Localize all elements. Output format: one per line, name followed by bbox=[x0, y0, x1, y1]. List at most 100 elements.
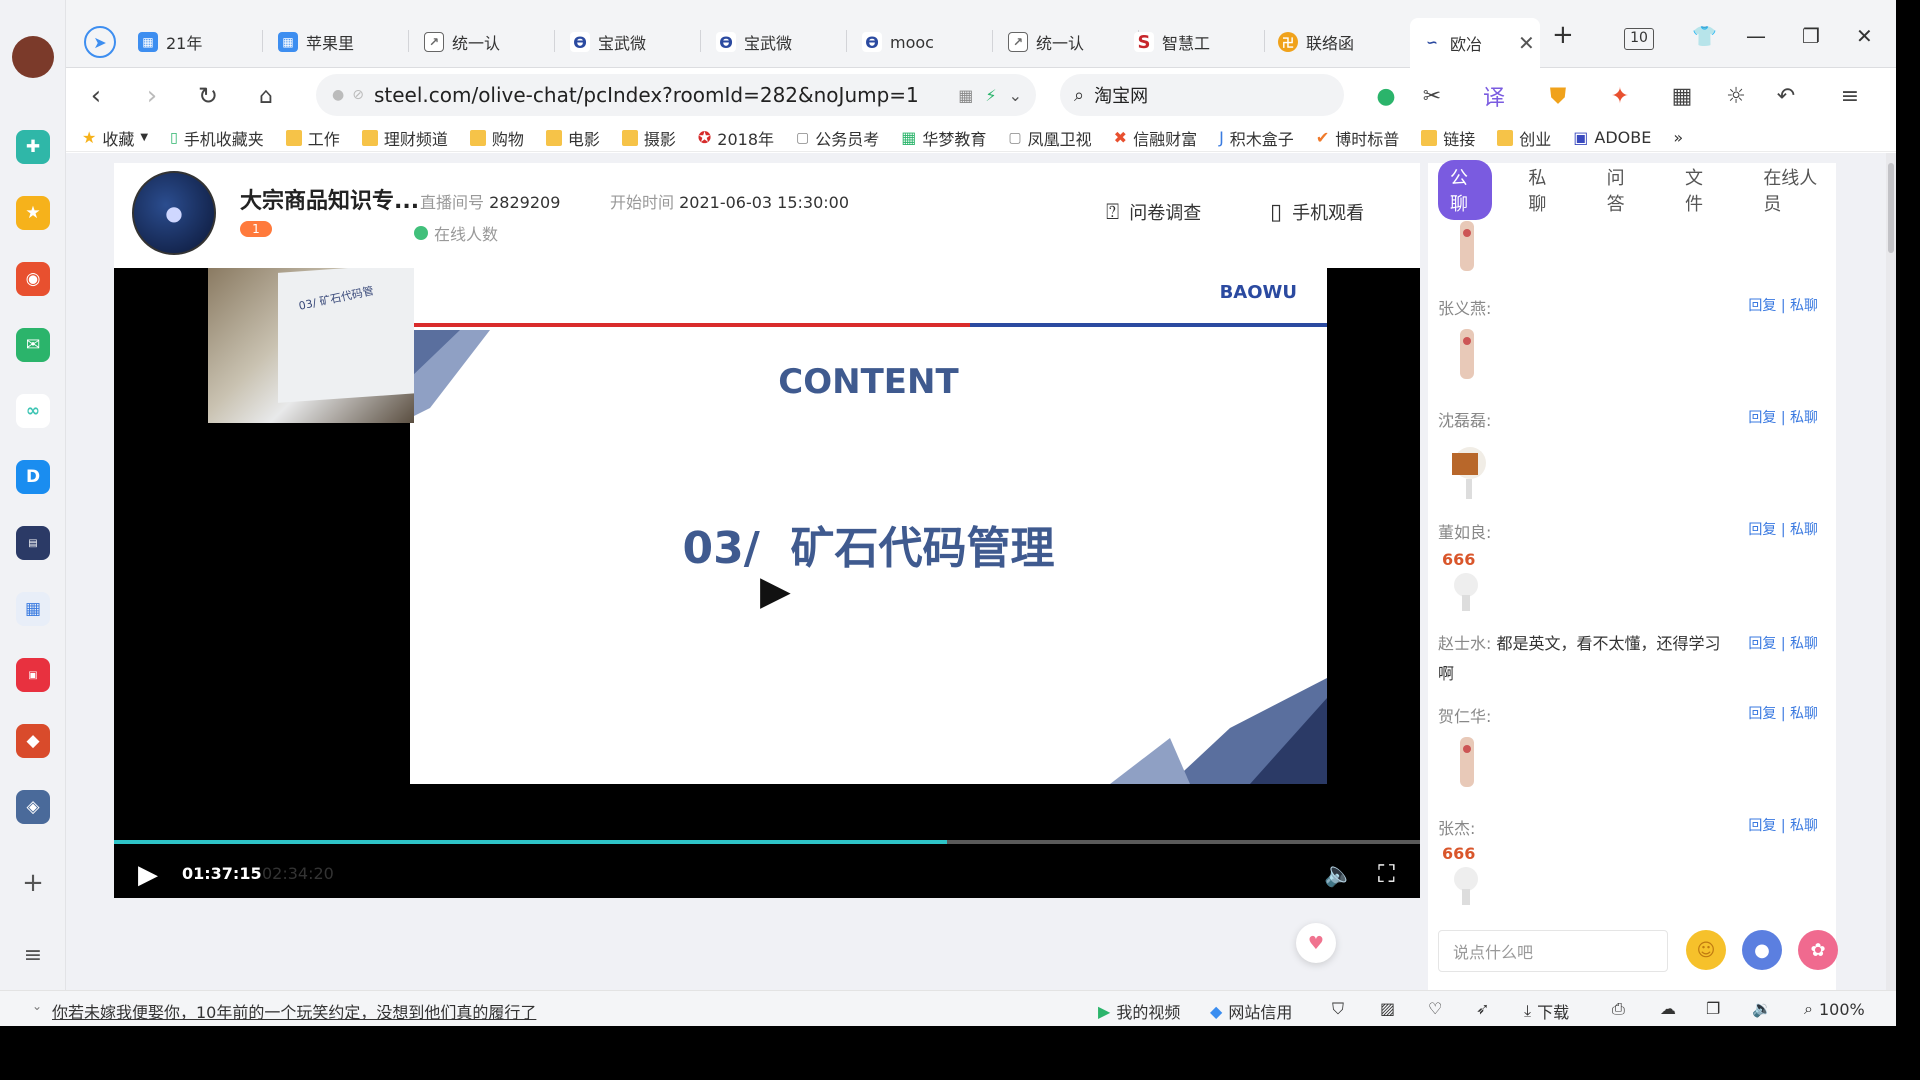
play-overlay-icon[interactable]: ▶ bbox=[760, 568, 791, 614]
bookmarks-overflow-icon[interactable]: » bbox=[1673, 128, 1683, 147]
gift-icon[interactable]: ✿ bbox=[1798, 930, 1838, 970]
menu-list-icon[interactable]: ≡ bbox=[16, 938, 50, 972]
speaker-icon[interactable]: 🔉 bbox=[1752, 999, 1772, 1018]
search-box[interactable]: ⌕ 淘宝网 bbox=[1060, 74, 1344, 116]
extension-green-icon[interactable]: ● bbox=[1370, 80, 1402, 112]
reply-link[interactable]: 回复 bbox=[1748, 706, 1776, 722]
my-video-button[interactable]: ▶ 我的视频 bbox=[1098, 999, 1180, 1023]
qr-code-icon[interactable]: ▦ bbox=[958, 86, 973, 105]
private-chat-link[interactable]: 私聊 bbox=[1790, 636, 1818, 652]
progress-bar[interactable] bbox=[114, 840, 1420, 844]
mail-icon[interactable]: ✉ bbox=[16, 328, 50, 362]
tab-9[interactable]: 卍联络函 bbox=[1266, 22, 1416, 62]
bookmark-folder-startup[interactable]: 创业 bbox=[1497, 126, 1551, 150]
bookmark-folder-movies[interactable]: 电影 bbox=[545, 126, 600, 150]
address-bar[interactable]: ● ⊘ steel.com/olive-chat/pcIndex?roomId=… bbox=[316, 74, 1036, 116]
scrollbar-thumb[interactable] bbox=[1888, 163, 1894, 253]
bookmark-xinrong[interactable]: ✖ 信融财富 bbox=[1114, 126, 1197, 150]
translate-icon[interactable]: 译 bbox=[1478, 80, 1510, 112]
reply-link[interactable]: 回复 bbox=[1748, 636, 1776, 652]
page-scrollbar[interactable] bbox=[1886, 153, 1896, 990]
tab-5[interactable]: Ɵ 宝武微 bbox=[704, 22, 844, 62]
volume-icon[interactable]: 🔈 bbox=[1324, 860, 1354, 888]
new-tab-icon[interactable]: + bbox=[1552, 20, 1574, 50]
fullscreen-icon[interactable]: ⛶ bbox=[1378, 860, 1395, 888]
bookmark-favorites[interactable]: ★ 收藏 ▼ bbox=[82, 126, 148, 150]
bookmark-adobe[interactable]: ▣ ADOBE bbox=[1573, 128, 1651, 147]
document-icon[interactable]: ▦ bbox=[16, 592, 50, 626]
tab-7[interactable]: ↗ 统一认 bbox=[996, 22, 1136, 62]
brightness-icon[interactable]: ☼ bbox=[1720, 80, 1752, 112]
image-icon[interactable]: ▨ bbox=[1380, 999, 1395, 1018]
heart-status-icon[interactable]: ♡ bbox=[1428, 999, 1442, 1018]
reply-link[interactable]: 回复 bbox=[1748, 410, 1776, 426]
lightning-icon[interactable]: ⚡ bbox=[985, 86, 996, 105]
download-button[interactable]: ⤓ 下载 bbox=[1524, 999, 1569, 1023]
bookmark-huameng[interactable]: ▦ 华梦教育 bbox=[901, 126, 986, 150]
weibo-icon[interactable]: ◉ bbox=[16, 262, 50, 296]
like-heart-icon[interactable]: ♥ bbox=[1296, 923, 1336, 963]
tab-6[interactable]: Ɵmooc bbox=[850, 22, 990, 62]
private-chat-link[interactable]: 私聊 bbox=[1790, 818, 1818, 834]
news-link[interactable]: 你若未嫁我便娶你，10年前的一个玩笑约定，没想到他们真的履行了 bbox=[52, 999, 536, 1023]
bookmark-civil-exam[interactable]: ▢ 公务员考 bbox=[796, 126, 879, 150]
tab-3[interactable]: ↗ 统一认 bbox=[412, 22, 552, 62]
forward-icon[interactable]: › bbox=[134, 78, 170, 114]
tab-active[interactable]: ∽ 欧冶 ✕ bbox=[1410, 18, 1540, 68]
reply-link[interactable]: 回复 bbox=[1748, 298, 1776, 314]
ding-icon[interactable]: D bbox=[16, 460, 50, 494]
profile-avatar[interactable] bbox=[12, 36, 54, 78]
tab-8[interactable]: S 智慧工 bbox=[1122, 22, 1262, 62]
zoom-control[interactable]: ⌕ 100% bbox=[1804, 999, 1865, 1019]
chat-input[interactable]: 说点什么吧 bbox=[1438, 930, 1668, 972]
private-chat-link[interactable]: 私聊 bbox=[1790, 298, 1818, 314]
window-icon[interactable]: ❐ bbox=[1706, 999, 1720, 1018]
home-icon[interactable]: ⌂ bbox=[248, 78, 284, 114]
private-chat-link[interactable]: 私聊 bbox=[1790, 706, 1818, 722]
play-button-icon[interactable]: ▶ bbox=[138, 860, 158, 890]
tab-files[interactable]: 文件 bbox=[1673, 160, 1727, 220]
close-window-icon[interactable]: ✕ bbox=[1856, 24, 1873, 48]
shield-icon[interactable]: ⛊ bbox=[1542, 80, 1574, 112]
tab-count-badge[interactable]: 10 bbox=[1624, 28, 1654, 50]
tab-4[interactable]: Ɵ 宝武微 bbox=[558, 22, 698, 62]
bookmark-folder-shopping[interactable]: 购物 bbox=[469, 126, 524, 150]
bookmark-folder-photo[interactable]: 摄影 bbox=[621, 126, 676, 150]
game-two-icon[interactable]: ◈ bbox=[16, 790, 50, 824]
bookmark-mobile[interactable]: ▯ 手机收藏夹 bbox=[170, 126, 264, 150]
site-info-icon[interactable]: ● bbox=[332, 87, 344, 103]
printer-icon[interactable]: ⎙ bbox=[1612, 999, 1625, 1019]
tab-private-chat[interactable]: 私聊 bbox=[1516, 160, 1570, 220]
favorites-icon[interactable]: ★ bbox=[16, 196, 50, 230]
bookmark-2018[interactable]: ✪ 2018年 bbox=[698, 126, 774, 150]
video-player[interactable]: BAOWU CONTENT 03/ 矿石代码管理 ▶ 03/ 矿石代码管 ▶ 0… bbox=[114, 268, 1420, 898]
chevron-down-icon[interactable]: ⌄ bbox=[32, 999, 42, 1013]
grid-icon[interactable]: ▦ bbox=[1666, 80, 1698, 112]
tab-public-chat[interactable]: 公聊 bbox=[1438, 160, 1493, 220]
game-center-icon[interactable]: ✦ bbox=[1604, 80, 1636, 112]
cloud-status-icon[interactable]: ☁ bbox=[1660, 999, 1676, 1018]
user-icon[interactable]: ● bbox=[1742, 930, 1782, 970]
close-tab-icon[interactable]: ✕ bbox=[1518, 31, 1535, 55]
site-credit-button[interactable]: ◆ 网站信用 bbox=[1210, 999, 1292, 1023]
game-icon[interactable]: ◆ bbox=[16, 724, 50, 758]
new-tab-nav-icon[interactable]: ➤ bbox=[72, 22, 128, 62]
reply-link[interactable]: 回复 bbox=[1748, 818, 1776, 834]
private-chat-link[interactable]: 私聊 bbox=[1790, 410, 1818, 426]
reload-icon[interactable]: ↻ bbox=[190, 78, 226, 114]
minimize-icon[interactable]: — bbox=[1746, 24, 1766, 48]
bookmark-phoenix[interactable]: ▢ 凤凰卫视 bbox=[1008, 126, 1091, 150]
bookmark-jimu[interactable]: J 积木盒子 bbox=[1219, 126, 1294, 150]
app-green-icon[interactable]: ✚ bbox=[16, 130, 50, 164]
undo-icon[interactable]: ↶ bbox=[1770, 80, 1802, 112]
shirt-icon[interactable]: 👕 bbox=[1692, 24, 1717, 48]
tab-2[interactable]: ▦ 苹果里 bbox=[266, 22, 406, 62]
survey-button[interactable]: ⍰ 问卷调查 bbox=[1106, 199, 1201, 225]
back-icon[interactable]: ‹ bbox=[78, 78, 114, 114]
tab-qa[interactable]: 问答 bbox=[1595, 160, 1649, 220]
add-app-icon[interactable]: + bbox=[16, 866, 50, 900]
bookmark-boshi[interactable]: ✔ 博时标普 bbox=[1316, 126, 1399, 150]
bookmark-folder-links[interactable]: 链接 bbox=[1421, 126, 1475, 150]
bookmark-folder-finance[interactable]: 理财频道 bbox=[361, 126, 448, 150]
reply-link[interactable]: 回复 bbox=[1748, 522, 1776, 538]
